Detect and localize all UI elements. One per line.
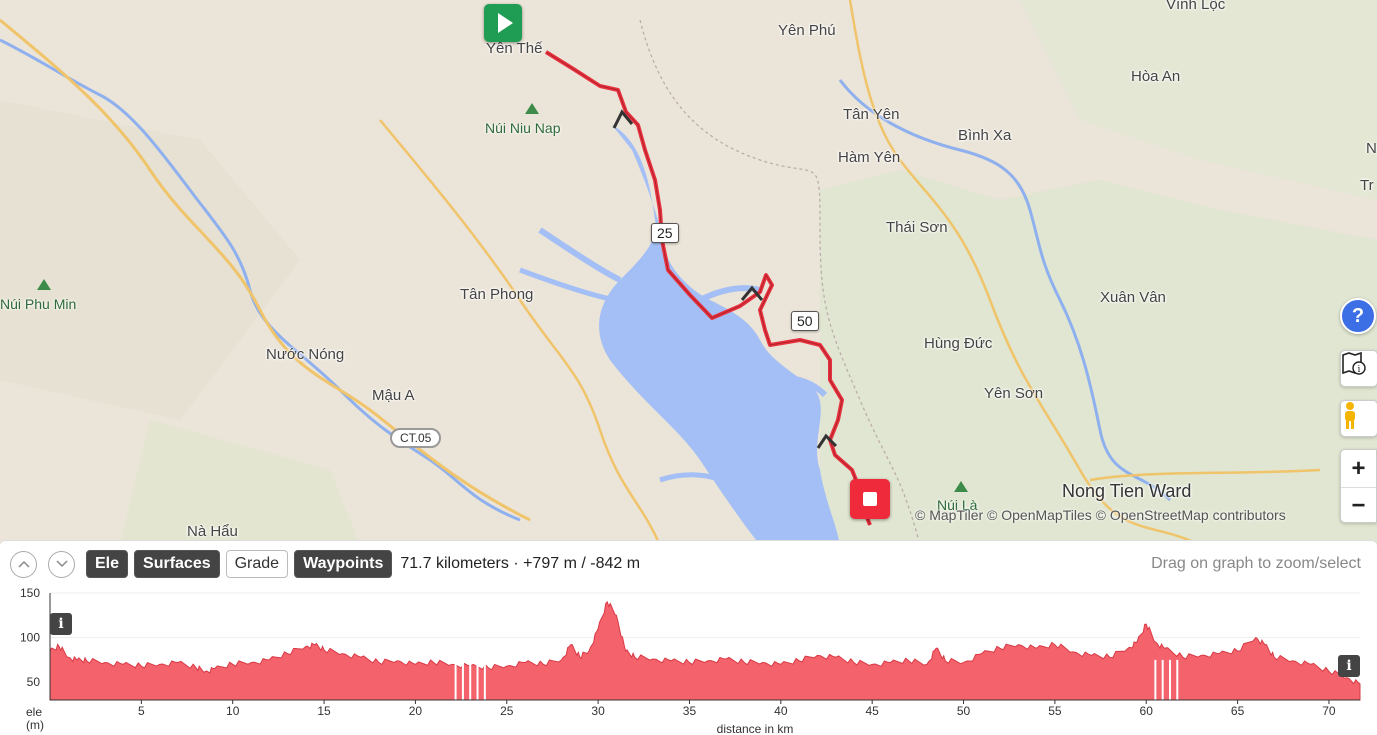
place-label-yen-the: Yên Thế bbox=[486, 40, 543, 57]
place-label-binh-xa: Bình Xa bbox=[958, 127, 1012, 144]
x-tick-label: 15 bbox=[317, 704, 331, 718]
toggle-surfaces[interactable]: Surfaces bbox=[134, 550, 220, 578]
y-tick-label: 100 bbox=[20, 631, 40, 645]
elevation-info-button[interactable]: i bbox=[50, 613, 72, 635]
zoom-in-button[interactable]: + bbox=[1341, 450, 1376, 487]
route-start-marker[interactable] bbox=[484, 4, 522, 42]
elevation-graph-svg[interactable]: 50 100 150 5 10 15 20 25 30 35 40 45 50 55 60 65 70 dista… bbox=[0, 585, 1377, 735]
place-label-hoa-an: Hòa An bbox=[1131, 68, 1181, 85]
x-tick-label: 40 bbox=[774, 704, 788, 718]
route-stats: 71.7 kilometers · +797 m / -842 m bbox=[400, 555, 641, 572]
info-icon: i bbox=[1346, 658, 1352, 674]
map-view[interactable]: Yên Thế Yên Phú Vĩnh Lộc Hòa An Tân Yên Bình … bbox=[0, 0, 1377, 545]
elevation-panel: Ele Surfaces Grade Waypoints 71.7 kilome… bbox=[0, 540, 1377, 735]
map-attribution[interactable]: © MapTiler © OpenMapTiles © OpenStreetMa… bbox=[915, 507, 1286, 523]
y-axis-label: (m) bbox=[26, 718, 44, 732]
x-tick-label: 10 bbox=[226, 704, 240, 718]
place-label-yen-son: Yên Sơn bbox=[984, 385, 1044, 402]
peak-label-nui-niu-nap: Núi Niu Nap bbox=[485, 120, 561, 136]
elevation-toolbar: Ele Surfaces Grade Waypoints 71.7 kilome… bbox=[10, 549, 640, 579]
road-shield-ct05: CT.05 bbox=[390, 428, 442, 448]
x-tick-label: 35 bbox=[683, 704, 697, 718]
pegman-icon bbox=[1345, 402, 1355, 429]
toggle-grade[interactable]: Grade bbox=[225, 550, 289, 578]
svg-text:i: i bbox=[1358, 365, 1361, 375]
collapse-panel-button[interactable] bbox=[48, 550, 75, 578]
place-label-yen-phu: Yên Phú bbox=[778, 22, 836, 39]
street-view-button[interactable] bbox=[1340, 400, 1377, 437]
app-root: Yên Thế Yên Phú Vĩnh Lộc Hòa An Tân Yên Bình … bbox=[0, 0, 1377, 735]
end-waypoint-info-button[interactable]: i bbox=[1338, 655, 1360, 677]
place-label-xuan-van: Xuân Vân bbox=[1100, 289, 1166, 306]
stop-icon bbox=[863, 492, 877, 506]
x-axis-label: distance in km bbox=[717, 722, 794, 735]
toggle-ele[interactable]: Ele bbox=[86, 550, 129, 578]
route-end-marker[interactable] bbox=[850, 479, 890, 519]
y-tick-label: 50 bbox=[27, 675, 41, 689]
y-tick-label: 150 bbox=[20, 586, 40, 600]
x-tick-label: 30 bbox=[591, 704, 605, 718]
place-label-tan-phong: Tân Phong bbox=[460, 286, 534, 303]
y-axis-label: ele bbox=[26, 705, 42, 719]
place-label-tr-edge: Tr bbox=[1360, 177, 1374, 194]
x-tick-label: 65 bbox=[1231, 704, 1245, 718]
zoom-out-button[interactable]: − bbox=[1341, 487, 1376, 524]
x-tick-label: 45 bbox=[865, 704, 879, 718]
x-tick-label: 70 bbox=[1322, 704, 1336, 718]
place-label-na-hau: Nà Hẩu bbox=[187, 523, 238, 540]
place-label-hung-duc: Hùng Đức bbox=[924, 335, 993, 352]
x-tick-label: 25 bbox=[500, 704, 514, 718]
info-icon: i bbox=[58, 616, 64, 632]
help-button[interactable]: ? bbox=[1340, 298, 1376, 334]
map-info-button[interactable]: i bbox=[1340, 350, 1377, 387]
play-icon bbox=[497, 13, 513, 33]
place-label-thai-son: Thái Sơn bbox=[886, 219, 948, 236]
km-marker-25: 25 bbox=[651, 223, 679, 243]
elevation-chart[interactable]: 50 100 150 5 10 15 20 25 30 35 40 45 50 55 60 65 70 dista… bbox=[0, 585, 1377, 735]
place-label-nong-tien: Nong Tien Ward bbox=[1062, 481, 1192, 501]
place-label-n-edge: N bbox=[1366, 140, 1377, 157]
expand-panel-button[interactable] bbox=[10, 550, 37, 578]
map-info-icon: i bbox=[1342, 351, 1366, 375]
graph-hint: Drag on graph to zoom/select bbox=[1151, 555, 1361, 572]
toggle-waypoints[interactable]: Waypoints bbox=[294, 550, 393, 578]
place-label-nuoc-nong: Nước Nóng bbox=[266, 346, 345, 363]
chevron-up-icon bbox=[17, 560, 30, 568]
x-tick-label: 50 bbox=[957, 704, 971, 718]
mountain-peak-icon bbox=[954, 481, 968, 492]
peak-label-nui-phu-min: Núi Phu Min bbox=[0, 296, 77, 312]
place-label-ham-yen: Hàm Yên bbox=[838, 149, 901, 166]
question-icon: ? bbox=[1351, 304, 1365, 327]
zoom-controls: + − bbox=[1340, 449, 1377, 523]
mountain-peak-icon bbox=[37, 279, 51, 290]
place-label-vinh-loc: Vĩnh Lộc bbox=[1166, 0, 1226, 13]
x-tick-label: 60 bbox=[1140, 704, 1154, 718]
chevron-down-icon bbox=[55, 560, 68, 568]
place-label-tan-yen: Tân Yên bbox=[843, 106, 900, 123]
place-label-mau-a: Mậu A bbox=[372, 387, 415, 404]
km-marker-50: 50 bbox=[791, 311, 819, 331]
x-tick-label: 55 bbox=[1048, 704, 1062, 718]
x-tick-label: 20 bbox=[409, 704, 423, 718]
x-tick-label: 5 bbox=[138, 704, 145, 718]
mountain-peak-icon bbox=[525, 103, 539, 114]
